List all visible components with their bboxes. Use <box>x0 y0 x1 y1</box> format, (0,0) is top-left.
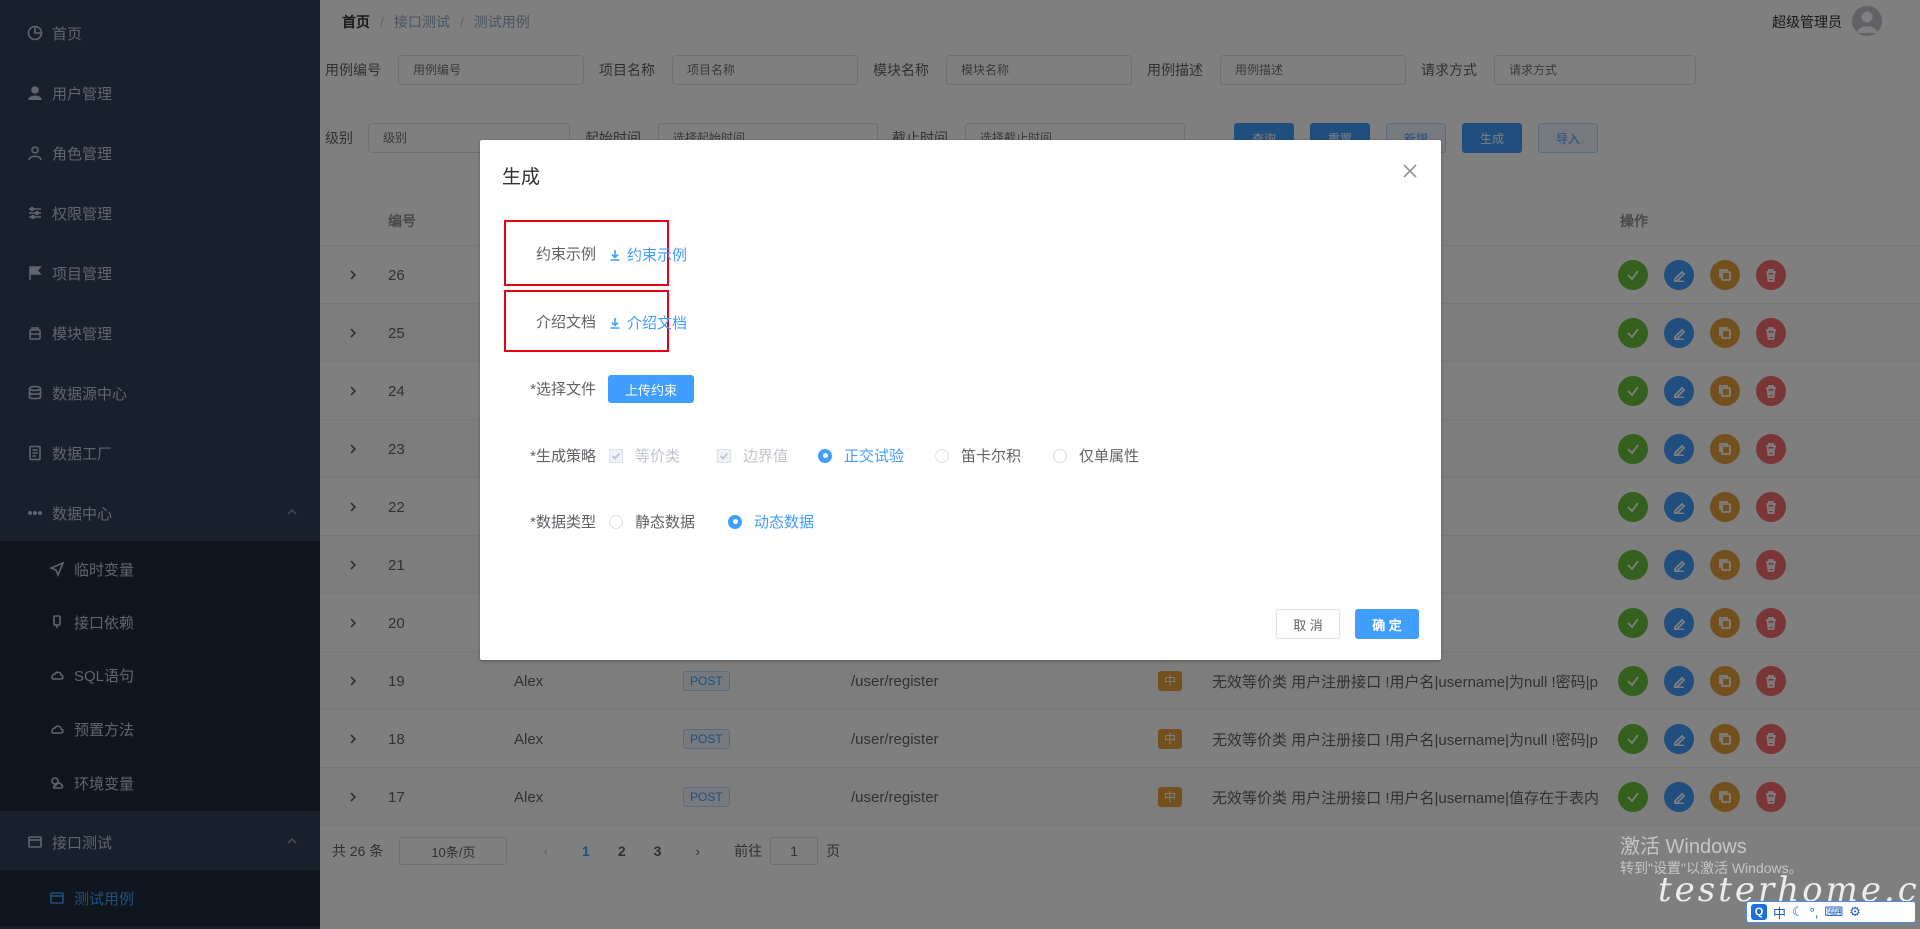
confirm-button[interactable]: 确 定 <box>1355 609 1419 639</box>
moon-icon[interactable]: ☾ <box>1792 904 1804 920</box>
datatype-label: *数据类型 <box>530 514 596 531</box>
constraint-link-text: 约束示例 <box>627 247 688 264</box>
constraint-download-link[interactable]: 约束示例 <box>609 244 687 265</box>
download-icon <box>610 317 620 329</box>
settings-icon[interactable]: ⚙ <box>1849 904 1861 920</box>
option-label: 仅单属性 <box>1079 448 1140 465</box>
radio-icon <box>609 514 623 529</box>
file-label: *选择文件 <box>530 381 596 398</box>
keyboard-icon[interactable]: ⌨ <box>1824 904 1843 920</box>
datatype-static-radio[interactable]: 静态数据 <box>609 511 695 532</box>
generate-dialog: 生成 约束示例 约束示例 介绍文档 介绍文档 *选择文件 上传约束 *生成策略 … <box>480 140 1441 660</box>
cancel-button[interactable]: 取 消 <box>1276 609 1340 639</box>
close-icon[interactable] <box>1403 164 1419 180</box>
strategy-cartesian-radio[interactable]: 笛卡尔积 <box>935 445 1021 466</box>
punctuation-icon[interactable]: °, <box>1810 905 1819 920</box>
strategy-boundary-checkbox: 边界值 <box>717 445 788 466</box>
option-label: 动态数据 <box>754 514 815 531</box>
ime-toolbar[interactable]: Q 中 ☾ °, ⌨ ⚙ <box>1746 901 1916 923</box>
option-label: 笛卡尔积 <box>961 448 1022 465</box>
option-label: 等价类 <box>635 448 681 465</box>
download-icon <box>610 249 620 261</box>
windows-activation-title: 激活 Windows <box>1620 836 1747 858</box>
constraint-label: 约束示例 <box>535 246 596 263</box>
radio-icon <box>1053 448 1067 463</box>
intro-download-link[interactable]: 介绍文档 <box>609 312 687 333</box>
ime-logo-icon: Q <box>1751 904 1767 920</box>
strategy-equivalence-checkbox: 等价类 <box>609 445 680 466</box>
strategy-label: *生成策略 <box>530 448 596 465</box>
ime-mode[interactable]: 中 <box>1773 903 1786 922</box>
option-label: 静态数据 <box>635 514 696 531</box>
radio-icon <box>935 448 949 463</box>
check-icon <box>609 448 623 463</box>
option-label: 边界值 <box>743 448 789 465</box>
option-label: 正交试验 <box>844 448 905 465</box>
intro-label: 介绍文档 <box>535 314 596 331</box>
intro-link-text: 介绍文档 <box>627 315 688 332</box>
datatype-dynamic-radio[interactable]: 动态数据 <box>728 511 814 532</box>
strategy-orthogonal-radio[interactable]: 正交试验 <box>818 445 904 466</box>
strategy-single-attr-radio[interactable]: 仅单属性 <box>1053 445 1139 466</box>
check-icon <box>717 448 731 463</box>
dialog-title: 生成 <box>502 167 541 188</box>
upload-constraint-button[interactable]: 上传约束 <box>608 375 694 403</box>
radio-selected-icon <box>728 514 742 529</box>
radio-selected-icon <box>818 448 832 463</box>
